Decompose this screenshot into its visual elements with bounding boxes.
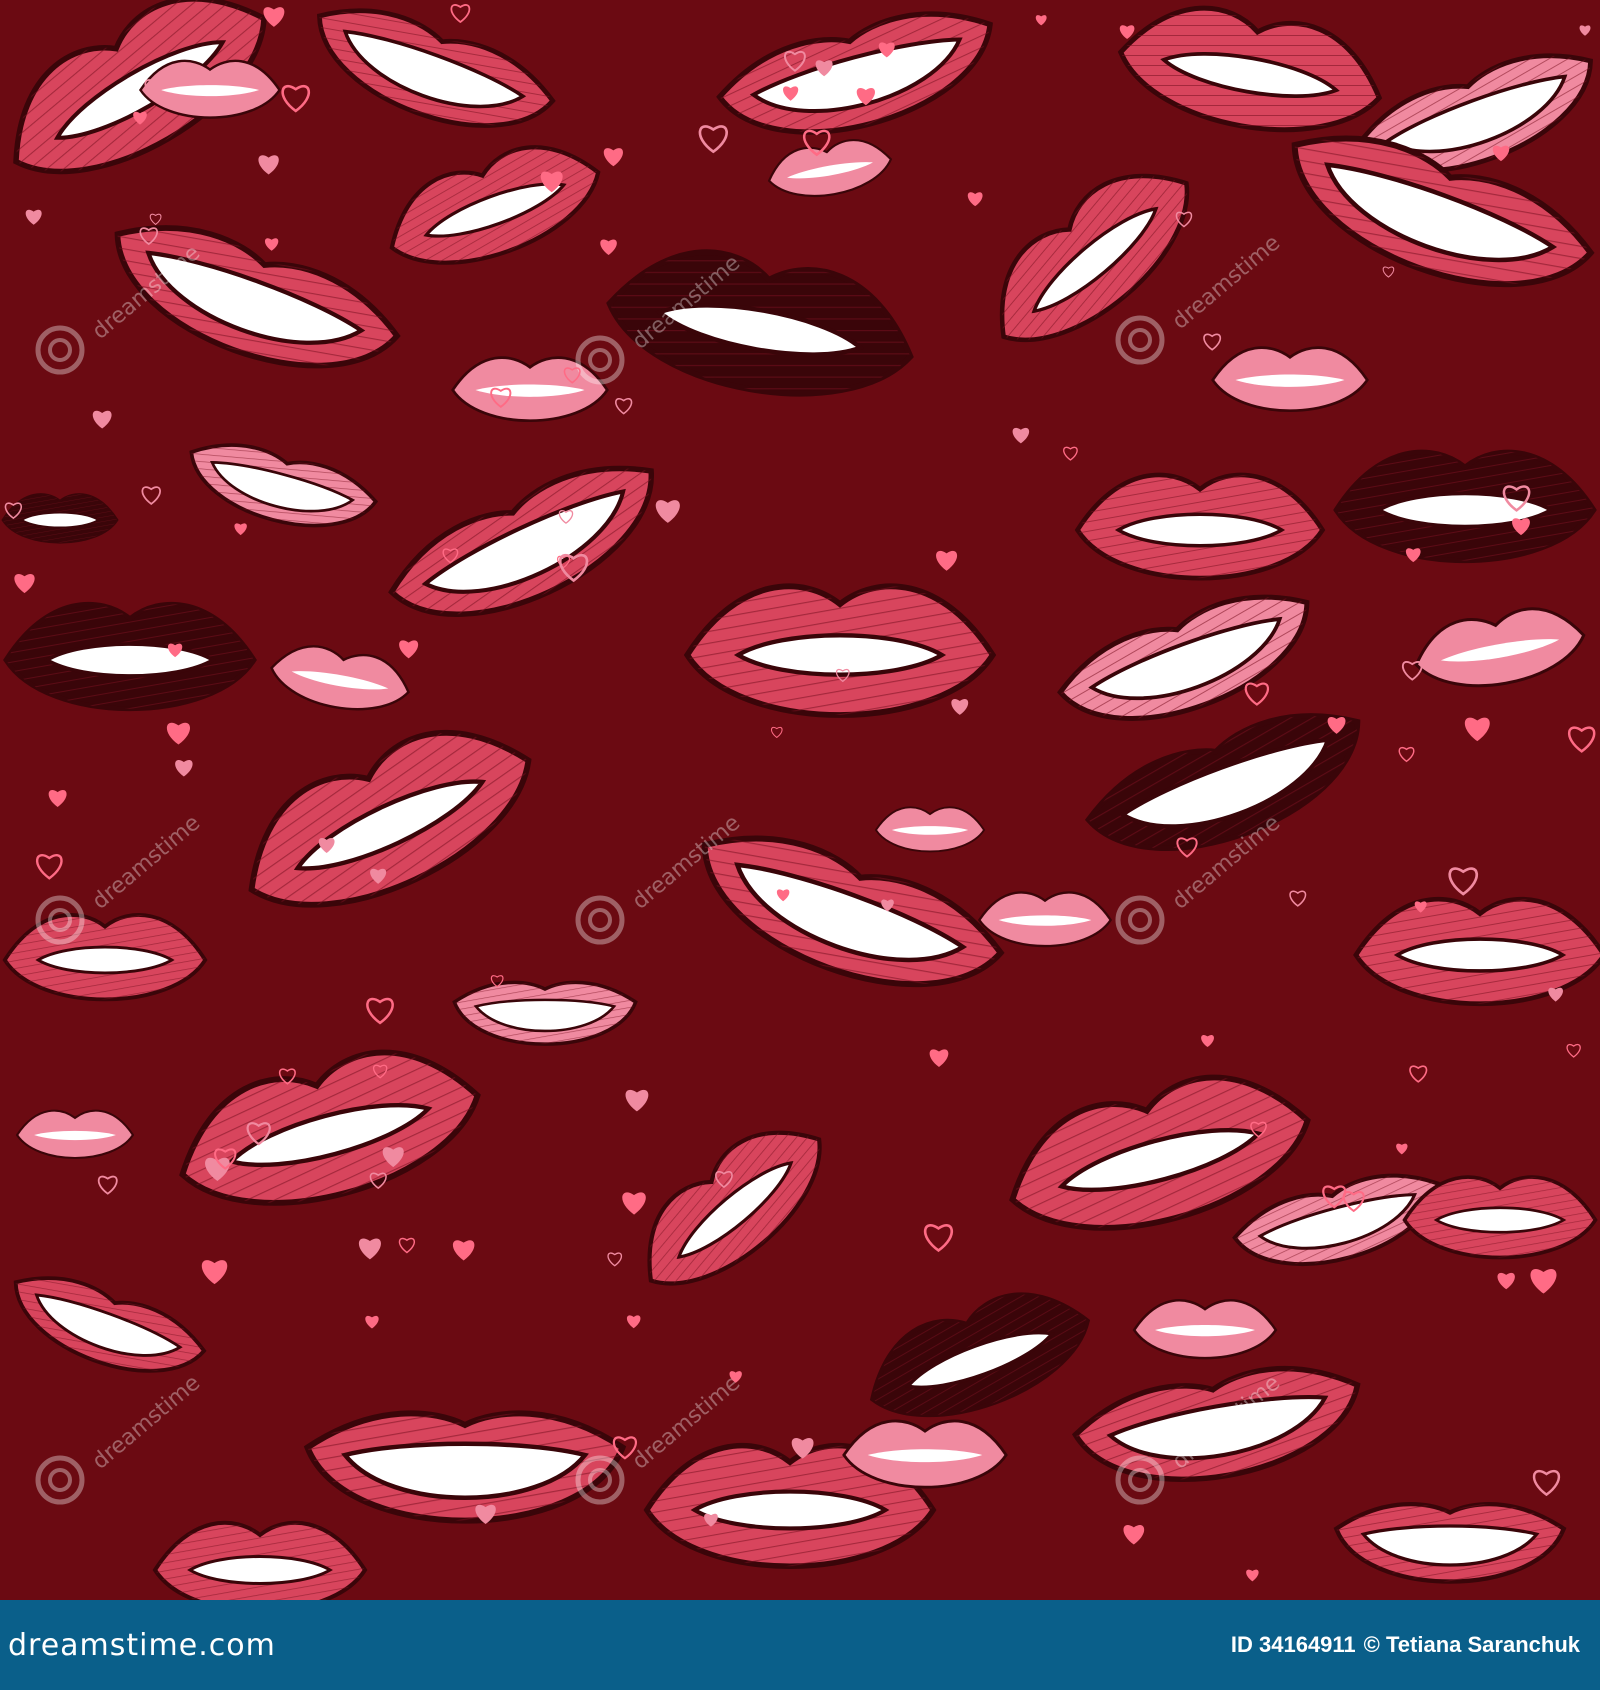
lips-motif <box>1078 475 1323 578</box>
image-credit: ID 34164911 © Tetiana Saranchuk <box>1231 1632 1580 1658</box>
lips-motif <box>1405 1177 1596 1257</box>
lips-motif <box>1336 452 1594 561</box>
site-name[interactable]: dreamstime.com <box>8 1628 276 1663</box>
stock-footer-bar: dreamstime.com ID 34164911 © Tetiana Sar… <box>0 1600 1600 1690</box>
image-id: ID 34164911 <box>1230 1632 1356 1657</box>
copyright-owner: © Tetiana Saranchuk <box>1363 1632 1580 1657</box>
lips-pattern-canvas: dreamstime dreamstime dreamstimedreamstime… <box>0 0 1600 1600</box>
lips-motif <box>1356 899 1600 1004</box>
lips-motif <box>155 1523 365 1600</box>
lips-motif <box>6 604 254 709</box>
lips-motif <box>5 915 205 999</box>
pattern-image: dreamstime dreamstime dreamstime dreamstime… <box>0 0 1600 1600</box>
lips-motif <box>3 494 118 542</box>
lips-motif <box>687 586 992 715</box>
